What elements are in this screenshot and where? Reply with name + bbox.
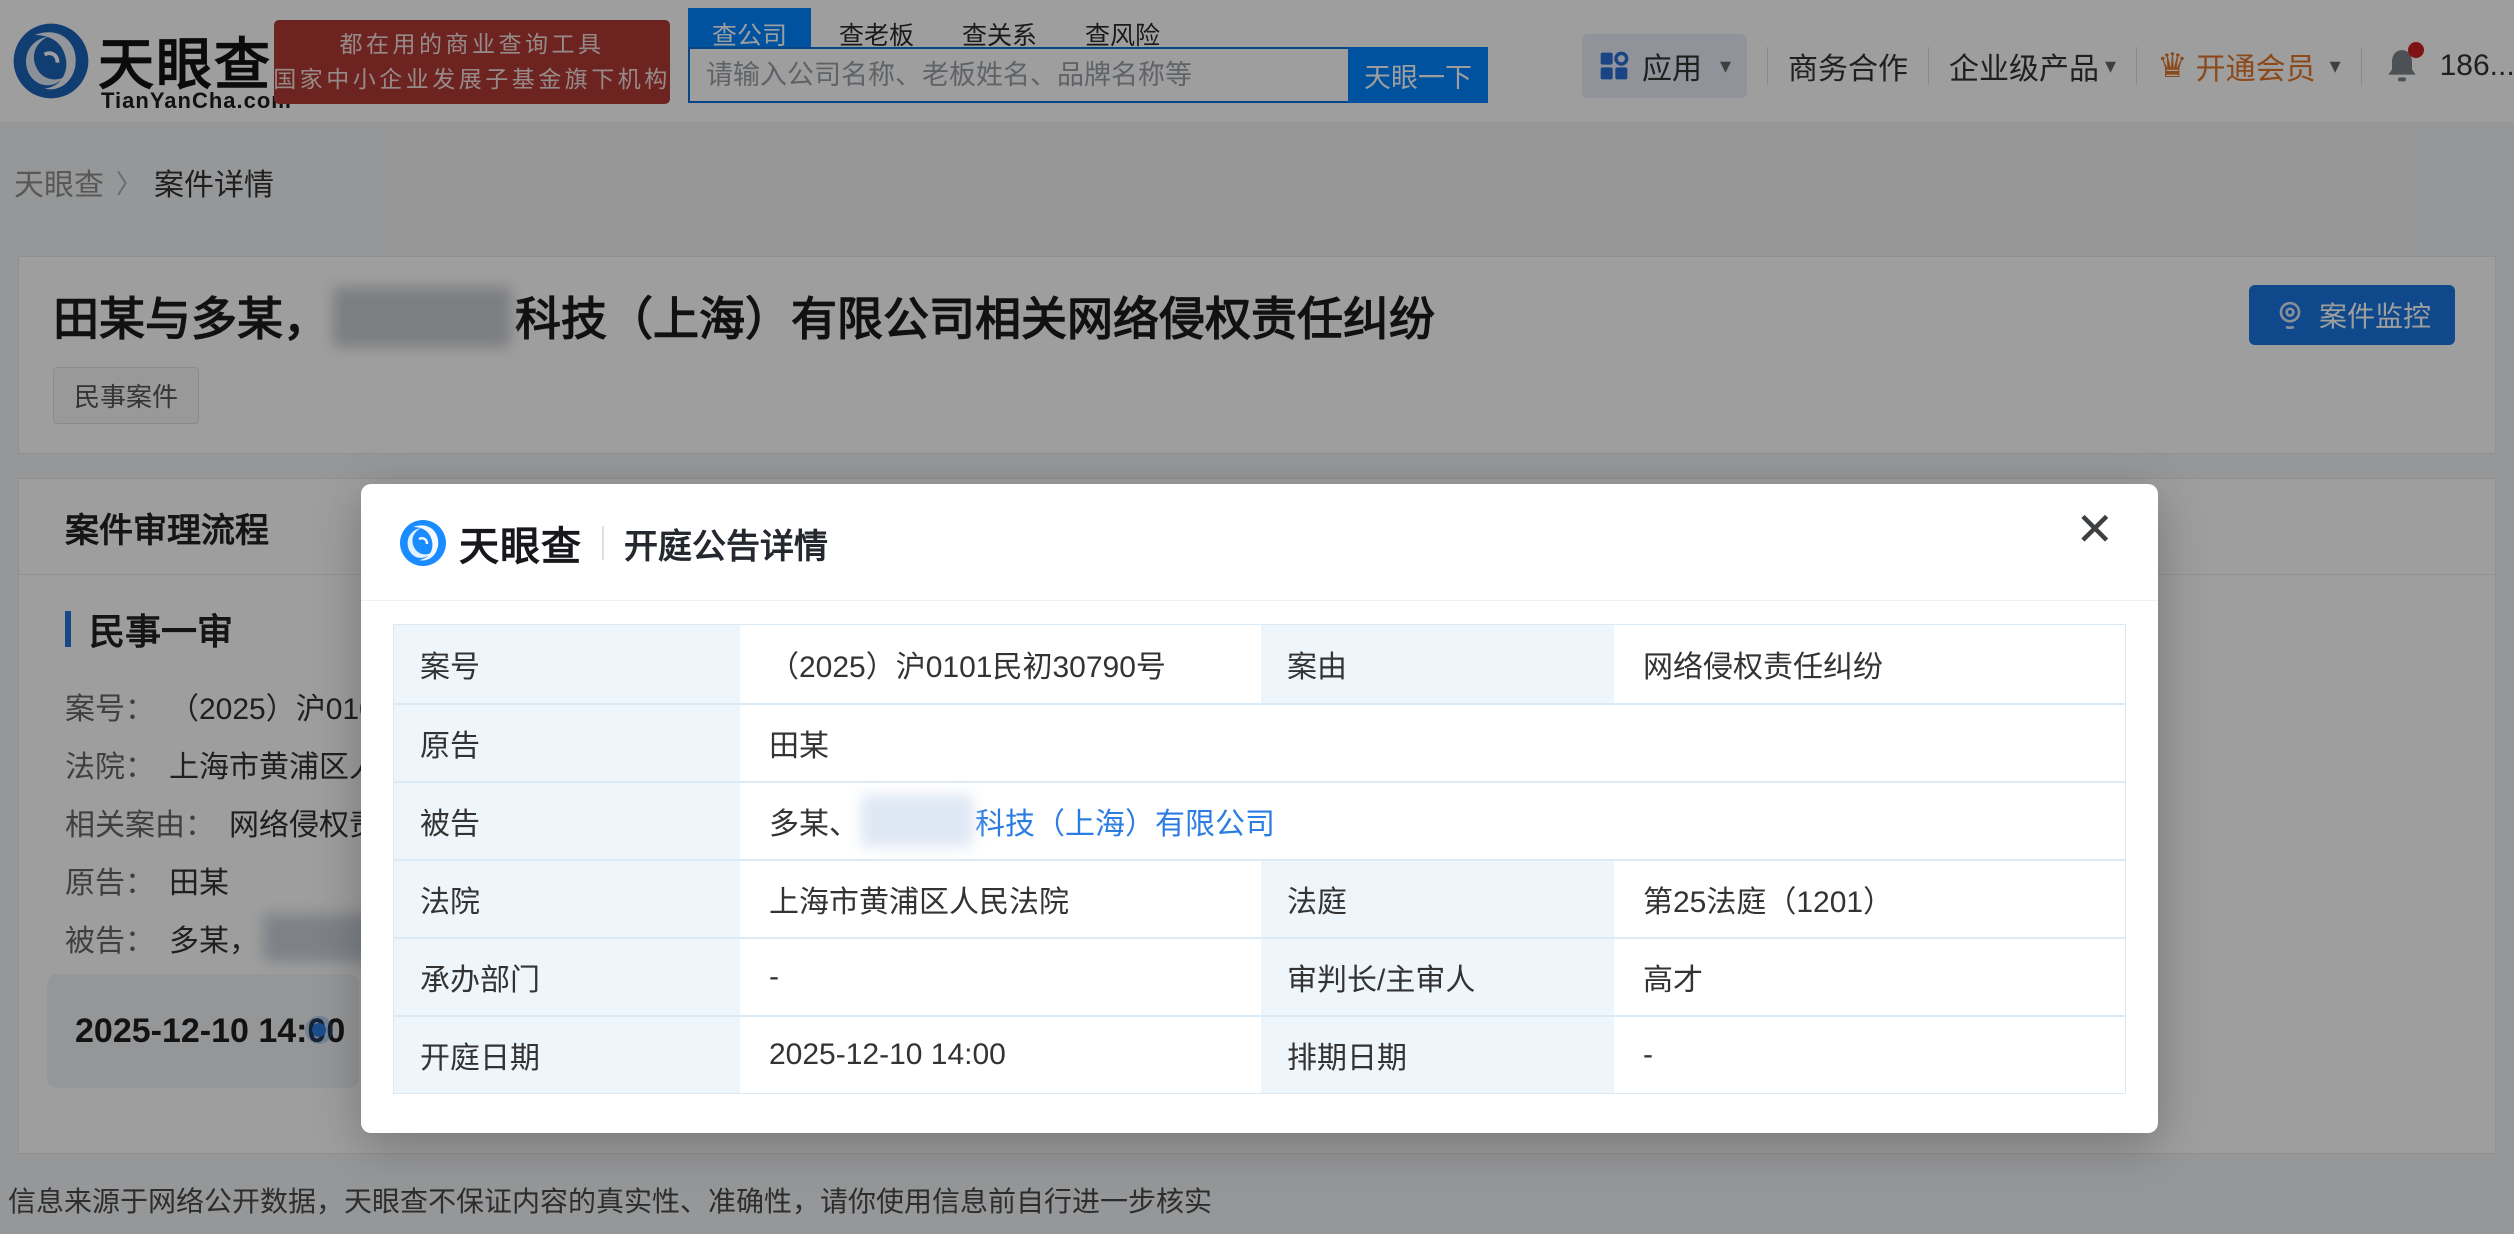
table-label-cell: 审判长/主审人 — [1261, 939, 1614, 1015]
modal-header-line — [361, 600, 2158, 601]
modal-header-divider — [602, 526, 604, 560]
table-value-cell: 上海市黄浦区人民法院 — [743, 861, 1258, 937]
modal-title: 开庭公告详情 — [624, 519, 828, 568]
table-value-cell: - — [1617, 1017, 2125, 1093]
table-label-cell: 法庭 — [1261, 861, 1614, 937]
table-label-cell: 被告 — [394, 783, 740, 859]
redacted-company-name — [861, 795, 973, 847]
table-row: 被告 多某、 科技（上海）有限公司 — [394, 781, 2125, 859]
hearing-detail-modal: 天眼查 开庭公告详情 ✕ 案号 （2025）沪0101民初30790号 案由 网… — [361, 484, 2158, 1133]
table-row: 原告 田某 — [394, 703, 2125, 781]
table-label-cell: 承办部门 — [394, 939, 740, 1015]
table-label-cell: 原告 — [394, 705, 740, 781]
table-row: 开庭日期 2025-12-10 14:00 排期日期 - — [394, 1015, 2125, 1093]
table-value-cell: 2025-12-10 14:00 — [743, 1017, 1258, 1093]
table-row: 案号 （2025）沪0101民初30790号 案由 网络侵权责任纠纷 — [394, 625, 2125, 703]
table-label-cell: 案由 — [1261, 625, 1614, 703]
tianyancha-logo-icon — [399, 519, 447, 567]
modal-brand-name: 天眼查 — [459, 514, 582, 572]
table-value-cell: 第25法庭（1201） — [1617, 861, 2125, 937]
table-row: 承办部门 - 审判长/主审人 高才 — [394, 937, 2125, 1015]
table-value-cell: 网络侵权责任纠纷 — [1617, 625, 2125, 703]
table-value-cell: （2025）沪0101民初30790号 — [743, 625, 1258, 703]
table-label-cell: 排期日期 — [1261, 1017, 1614, 1093]
table-label-cell: 法院 — [394, 861, 740, 937]
table-label-cell: 案号 — [394, 625, 740, 703]
table-value-cell: 多某、 科技（上海）有限公司 — [743, 783, 2125, 859]
modal-header: 天眼查 开庭公告详情 — [399, 514, 828, 572]
table-row: 法院 上海市黄浦区人民法院 法庭 第25法庭（1201） — [394, 859, 2125, 937]
close-icon[interactable]: ✕ — [2075, 506, 2114, 552]
table-value-cell: 田某 — [743, 705, 2125, 781]
defendant-company-link[interactable]: 科技（上海）有限公司 — [975, 799, 1275, 843]
table-value-cell: 高才 — [1617, 939, 2125, 1015]
table-label-cell: 开庭日期 — [394, 1017, 740, 1093]
defendant-person: 多某、 — [769, 799, 859, 843]
table-value-cell: - — [743, 939, 1258, 1015]
hearing-detail-table: 案号 （2025）沪0101民初30790号 案由 网络侵权责任纠纷 原告 田某… — [393, 624, 2126, 1094]
